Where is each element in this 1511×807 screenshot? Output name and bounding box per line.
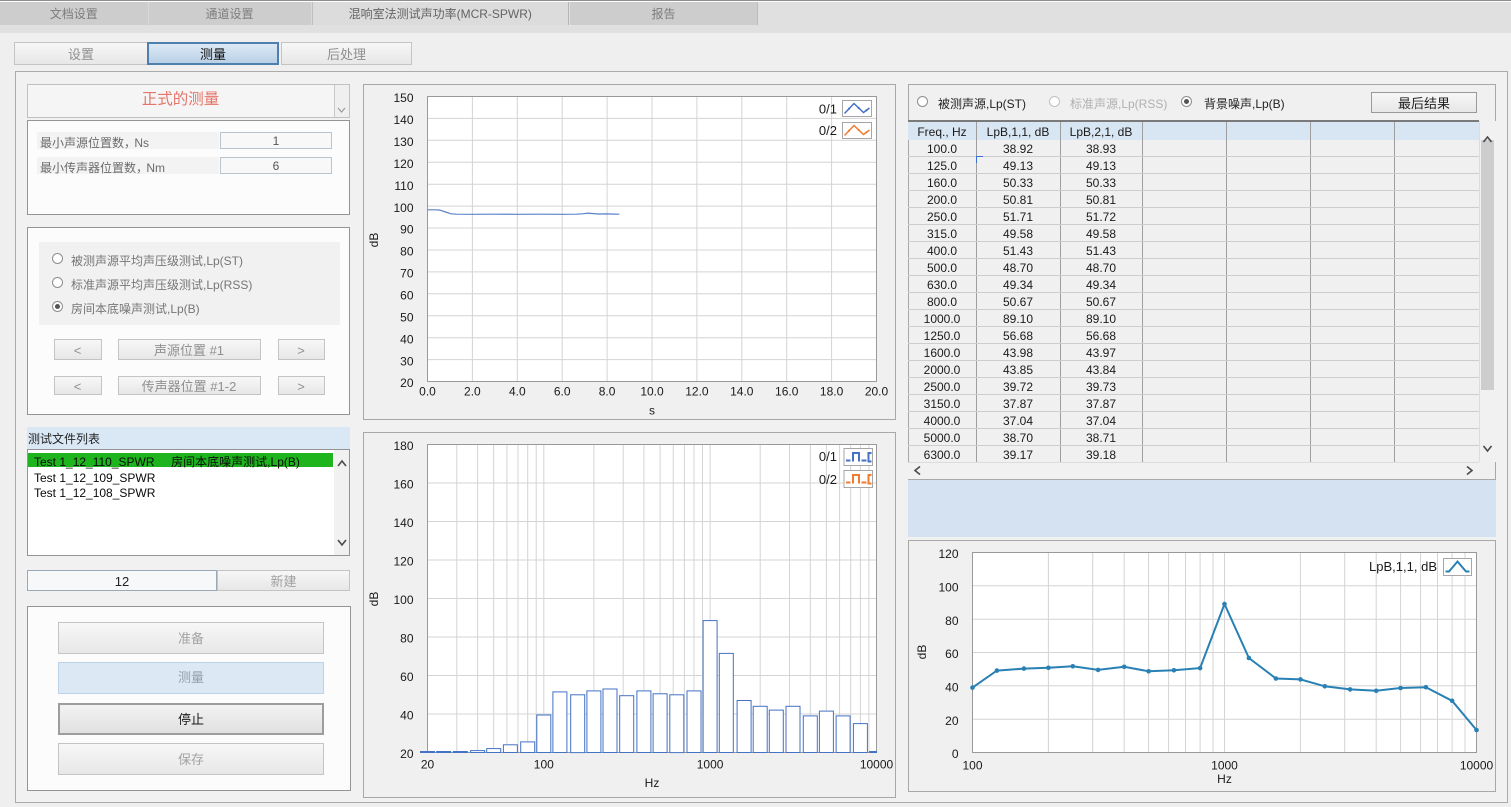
svg-text:0: 0 xyxy=(952,745,959,762)
svg-text:20.0: 20.0 xyxy=(865,383,889,400)
svg-text:Hz: Hz xyxy=(645,774,660,791)
svg-text:100: 100 xyxy=(962,757,982,774)
svg-text:20: 20 xyxy=(421,756,435,773)
svg-text:50: 50 xyxy=(400,308,414,325)
svg-text:110: 110 xyxy=(394,177,413,194)
svg-text:0/1: 0/1 xyxy=(819,99,837,118)
svg-text:80: 80 xyxy=(945,612,959,629)
svg-text:150: 150 xyxy=(393,89,413,106)
svg-text:20: 20 xyxy=(400,745,414,762)
svg-text:10.0: 10.0 xyxy=(640,383,664,400)
svg-text:dB: dB xyxy=(365,233,382,248)
svg-text:4.0: 4.0 xyxy=(509,383,526,400)
svg-text:100: 100 xyxy=(393,591,413,608)
svg-text:2.0: 2.0 xyxy=(464,383,481,400)
svg-text:20: 20 xyxy=(400,374,414,391)
svg-text:0/1: 0/1 xyxy=(819,446,837,465)
svg-text:60: 60 xyxy=(400,668,414,685)
svg-text:18.0: 18.0 xyxy=(820,383,844,400)
svg-text:0/2: 0/2 xyxy=(819,120,837,139)
svg-text:120: 120 xyxy=(393,155,413,172)
svg-text:0/2: 0/2 xyxy=(819,469,837,488)
svg-text:120: 120 xyxy=(938,545,958,562)
svg-text:100: 100 xyxy=(938,579,958,596)
svg-text:160: 160 xyxy=(393,476,413,493)
svg-text:60: 60 xyxy=(400,287,414,304)
svg-text:140: 140 xyxy=(393,514,413,531)
svg-text:s: s xyxy=(649,402,655,419)
svg-text:40: 40 xyxy=(945,679,959,696)
svg-text:80: 80 xyxy=(400,243,414,260)
svg-text:130: 130 xyxy=(393,133,413,150)
svg-text:16.0: 16.0 xyxy=(775,383,799,400)
svg-text:90: 90 xyxy=(400,221,414,238)
svg-text:100: 100 xyxy=(393,199,413,216)
svg-text:8.0: 8.0 xyxy=(599,383,616,400)
svg-text:120: 120 xyxy=(393,553,413,570)
svg-text:40: 40 xyxy=(400,330,414,347)
svg-text:dB: dB xyxy=(365,592,382,607)
svg-text:180: 180 xyxy=(393,437,413,454)
svg-text:140: 140 xyxy=(393,111,413,128)
svg-text:1000: 1000 xyxy=(697,756,724,773)
svg-text:dB: dB xyxy=(913,645,930,660)
svg-text:60: 60 xyxy=(945,645,959,662)
svg-text:14.0: 14.0 xyxy=(730,383,754,400)
svg-text:6.0: 6.0 xyxy=(554,383,571,400)
svg-text:0.0: 0.0 xyxy=(419,383,436,400)
svg-text:80: 80 xyxy=(400,630,414,647)
svg-text:12.0: 12.0 xyxy=(685,383,709,400)
svg-text:10000: 10000 xyxy=(1460,757,1494,774)
svg-text:10000: 10000 xyxy=(860,756,894,773)
svg-text:LpB,1,1, dB: LpB,1,1, dB xyxy=(1369,556,1437,575)
svg-text:100: 100 xyxy=(534,756,554,773)
svg-text:30: 30 xyxy=(400,352,414,369)
svg-text:Hz: Hz xyxy=(1217,770,1232,787)
svg-text:20: 20 xyxy=(945,712,959,729)
svg-text:70: 70 xyxy=(400,265,414,282)
svg-text:40: 40 xyxy=(400,707,414,724)
